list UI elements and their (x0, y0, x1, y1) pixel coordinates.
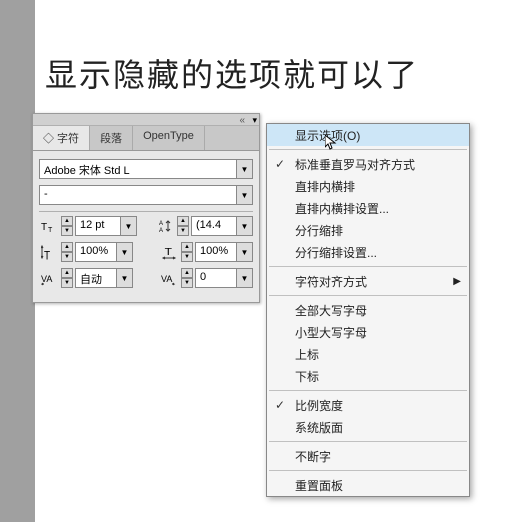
character-panel: « ▾ ◇ 字符 段落 OpenType Adobe 宋体 Std L ▼ - … (32, 113, 260, 303)
check-icon: ✓ (275, 398, 285, 412)
panel-menu-icon[interactable]: ▾ (252, 115, 257, 126)
menu-item-label: 小型大写字母 (295, 324, 367, 341)
menu-item[interactable]: 显示选项(O) (267, 124, 469, 146)
tab-opentype[interactable]: OpenType (133, 126, 205, 150)
svg-text:A: A (159, 221, 163, 227)
menu-item-label: 系统版面 (295, 419, 343, 436)
menu-item-label: 比例宽度 (295, 397, 343, 414)
menu-item-label: 下标 (295, 368, 319, 385)
dropdown-icon[interactable]: ▼ (236, 269, 252, 287)
svg-text:VA: VA (161, 274, 172, 284)
leading-spinner[interactable]: ▲▼ (177, 216, 189, 236)
font-size-spinner[interactable]: ▲▼ (61, 216, 73, 236)
tracking-icon: VA (159, 269, 179, 287)
menu-item[interactable]: 直排内横排 (267, 175, 469, 197)
menu-item[interactable]: 上标 (267, 343, 469, 365)
menu-separator (269, 390, 467, 391)
menu-item-label: 直排内横排设置... (295, 200, 389, 217)
menu-item[interactable]: 系统版面 (267, 416, 469, 438)
menu-item-label: 上标 (295, 346, 319, 363)
dropdown-icon[interactable]: ▼ (120, 217, 136, 235)
vscale-spinner[interactable]: ▲▼ (61, 242, 73, 262)
dropdown-icon[interactable]: ▼ (116, 269, 132, 287)
menu-item[interactable]: ✓ 标准垂直罗马对齐方式 (267, 153, 469, 175)
menu-separator (269, 266, 467, 267)
kerning-icon: VA (39, 269, 59, 287)
menu-item[interactable]: ✓ 比例宽度 (267, 394, 469, 416)
hscale-input[interactable]: 100% ▼ (195, 242, 253, 262)
menu-item[interactable]: 分行缩排设置... (267, 241, 469, 263)
dropdown-icon[interactable]: ▼ (236, 217, 252, 235)
menu-item-label: 显示选项(O) (295, 127, 360, 144)
leading-input[interactable]: (14.4 ▼ (191, 216, 253, 236)
menu-item[interactable]: 小型大写字母 (267, 321, 469, 343)
menu-item-label: 标准垂直罗马对齐方式 (295, 156, 415, 173)
menu-item[interactable]: 全部大写字母 (267, 299, 469, 321)
font-size-input[interactable]: 12 pt ▼ (75, 216, 137, 236)
tab-character[interactable]: ◇ 字符 (33, 126, 90, 150)
menu-item[interactable]: 分行缩排 (267, 219, 469, 241)
tracking-input[interactable]: 0 ▼ (195, 268, 253, 288)
menu-item[interactable]: 不断字 (267, 445, 469, 467)
menu-item[interactable]: 字符对齐方式 ▶ (267, 270, 469, 292)
page-heading: 显示隐藏的选项就可以了 (45, 50, 419, 96)
svg-text:A: A (159, 228, 163, 234)
menu-item[interactable]: 直排内横排设置... (267, 197, 469, 219)
menu-separator (269, 441, 467, 442)
hscale-spinner[interactable]: ▲▼ (181, 242, 193, 262)
menu-item-label: 字符对齐方式 (295, 273, 367, 290)
dropdown-icon[interactable]: ▼ (116, 243, 132, 261)
hscale-icon: T (159, 243, 179, 261)
menu-item-label: 分行缩排设置... (295, 244, 377, 261)
svg-text:T: T (48, 227, 53, 234)
menu-separator (269, 470, 467, 471)
submenu-arrow-icon: ▶ (453, 276, 461, 287)
menu-item[interactable]: 下标 (267, 365, 469, 387)
menu-item-label: 重置面板 (295, 477, 343, 494)
svg-text:T: T (44, 250, 50, 260)
collapse-icon[interactable]: « (239, 115, 245, 126)
tab-paragraph[interactable]: 段落 (90, 126, 133, 150)
menu-item-label: 不断字 (295, 448, 331, 465)
kerning-input[interactable]: 自动 ▼ (75, 268, 133, 288)
vscale-icon: T (39, 243, 59, 261)
tracking-spinner[interactable]: ▲▼ (181, 268, 193, 288)
font-style-select[interactable]: - ▼ (39, 185, 253, 205)
svg-text:T: T (41, 222, 47, 233)
dropdown-icon[interactable]: ▼ (236, 243, 252, 261)
panel-tabs: ◇ 字符 段落 OpenType (33, 126, 259, 151)
leading-icon: AA (155, 217, 175, 235)
font-size-icon: TT (39, 217, 59, 235)
menu-separator (269, 149, 467, 150)
svg-text:T: T (165, 247, 173, 258)
menu-item-label: 分行缩排 (295, 222, 343, 239)
menu-item-label: 直排内横排 (295, 178, 355, 195)
menu-item-label: 全部大写字母 (295, 302, 367, 319)
panel-titlebar[interactable]: « ▾ (33, 114, 259, 126)
check-icon: ✓ (275, 157, 285, 171)
panel-flyout-menu: 显示选项(O) ✓ 标准垂直罗马对齐方式直排内横排直排内横排设置... 分行缩排分行缩… (266, 123, 470, 497)
panel-body: Adobe 宋体 Std L ▼ - ▼ TT ▲▼ 12 pt ▼ (33, 151, 259, 302)
vscale-input[interactable]: 100% ▼ (75, 242, 133, 262)
dropdown-icon[interactable]: ▼ (236, 186, 252, 204)
menu-item[interactable]: 重置面板 (267, 474, 469, 496)
kerning-spinner[interactable]: ▲▼ (61, 268, 73, 288)
font-family-select[interactable]: Adobe 宋体 Std L ▼ (39, 159, 253, 179)
menu-separator (269, 295, 467, 296)
dropdown-icon[interactable]: ▼ (236, 160, 252, 178)
svg-text:VA: VA (41, 274, 52, 284)
